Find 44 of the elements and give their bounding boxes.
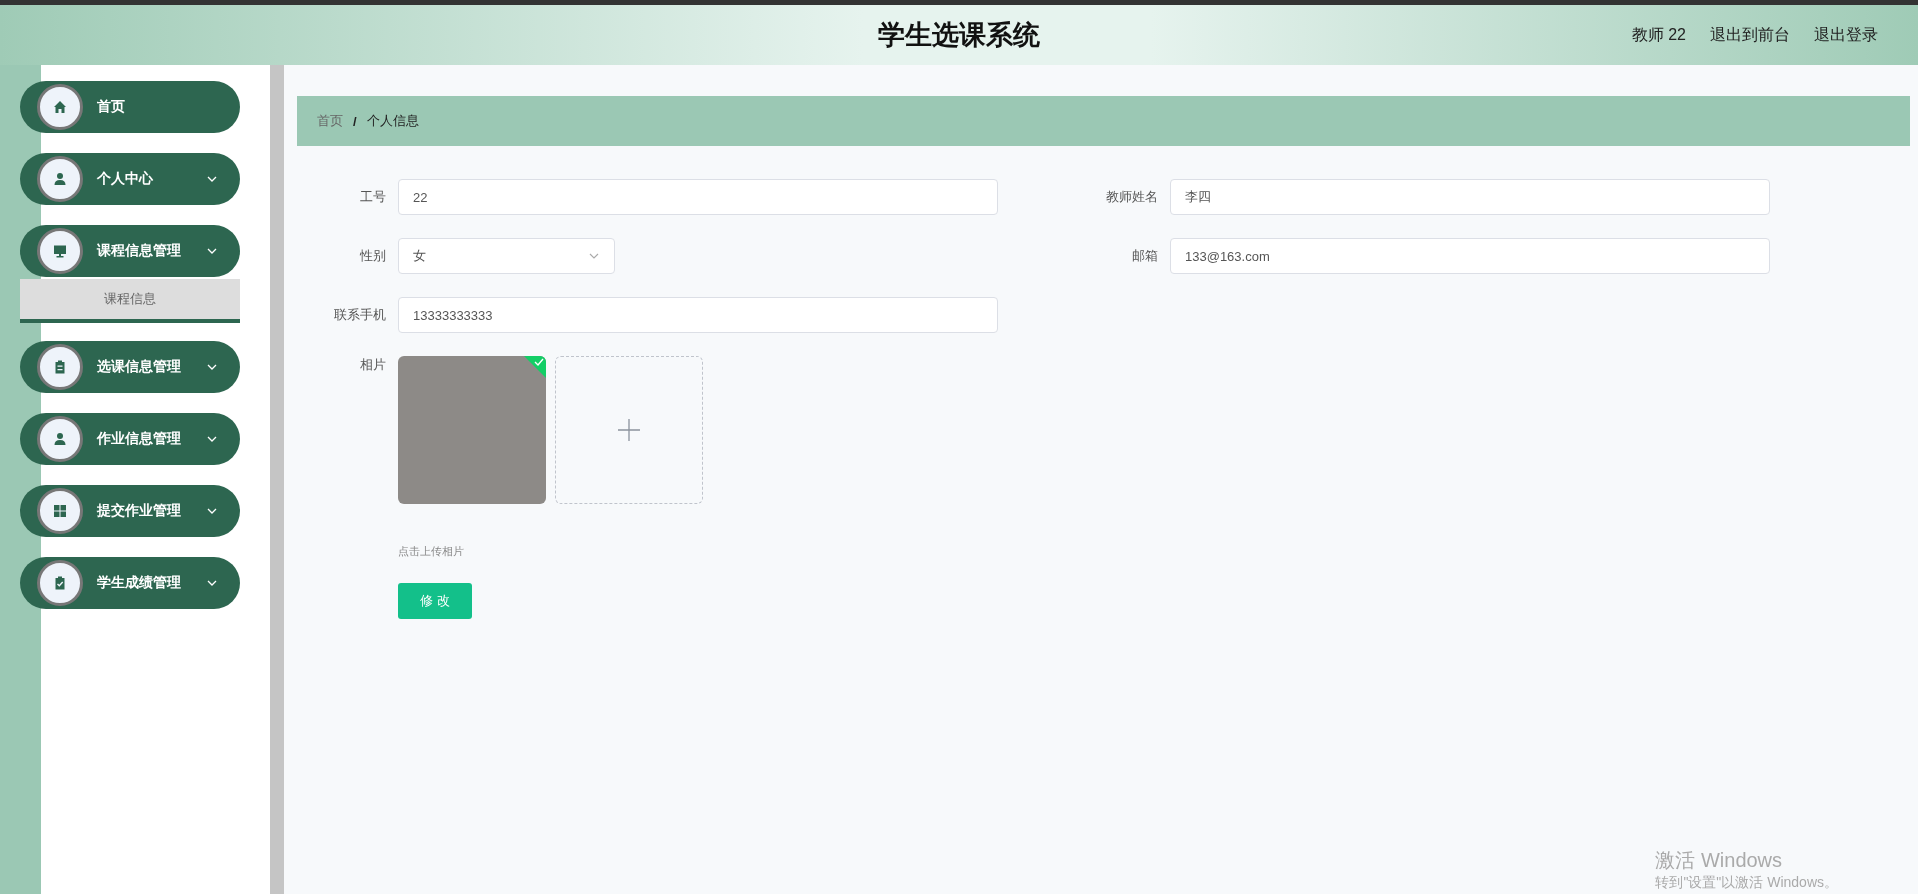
activation-text: 转到"设置"以激活 Windows。: [1655, 874, 1838, 892]
sidebar-item[interactable]: 提交作业管理: [20, 485, 240, 537]
person-icon: [53, 432, 67, 446]
sidebar-item[interactable]: 课程信息管理: [20, 225, 240, 277]
chevron-icon: [206, 435, 218, 443]
input-field[interactable]: 133@163.com: [1170, 238, 1770, 274]
header-link[interactable]: 退出登录: [1814, 24, 1878, 46]
chevron-icon: [206, 579, 218, 587]
home-icon: [53, 100, 67, 114]
sidebar-item[interactable]: 作业信息管理: [20, 413, 240, 465]
chevron-icon: [206, 175, 218, 183]
sidebar-item[interactable]: 个人中心: [20, 153, 240, 205]
clipboard-icon: [53, 360, 67, 374]
monitor-icon: [53, 244, 67, 258]
select-field[interactable]: 女: [398, 238, 615, 274]
field-label: 教师姓名: [1105, 188, 1159, 206]
sidebar-item[interactable]: 首页: [20, 81, 240, 133]
sidebar-item[interactable]: 学生成绩管理: [20, 557, 240, 609]
upload-box[interactable]: [555, 356, 703, 504]
field-label: 工号: [359, 188, 387, 206]
field-label: 联系手机: [333, 306, 387, 324]
sidebar-item[interactable]: 选课信息管理: [20, 341, 240, 393]
submenu-item[interactable]: 课程信息: [20, 279, 240, 323]
chevron-icon: [206, 247, 218, 255]
breadcrumb-separator: /: [353, 113, 357, 129]
upload-hint: 点击上传相片: [398, 544, 465, 559]
field-label: 性别: [359, 247, 387, 265]
header-link[interactable]: 退出到前台: [1710, 24, 1790, 46]
chevron-icon: [206, 363, 218, 371]
activation-title: 激活 Windows: [1655, 848, 1784, 873]
person-icon: [53, 172, 67, 186]
input-field[interactable]: 李四: [1170, 179, 1770, 215]
chevron-icon: [206, 507, 218, 515]
grid-icon: [53, 504, 67, 518]
plus-icon: [617, 418, 641, 442]
field-label: 相片: [359, 356, 387, 374]
chevron-icon: [588, 252, 600, 260]
input-field[interactable]: 13333333333: [398, 297, 998, 333]
clipboard-check-icon: [53, 576, 67, 590]
input-field[interactable]: 22: [398, 179, 998, 215]
field-label: 邮箱: [1131, 247, 1159, 265]
breadcrumb-current: 个人信息: [366, 112, 419, 130]
app-title: 学生选课系统: [878, 19, 1040, 52]
user-label: 教师 22: [1631, 24, 1686, 45]
